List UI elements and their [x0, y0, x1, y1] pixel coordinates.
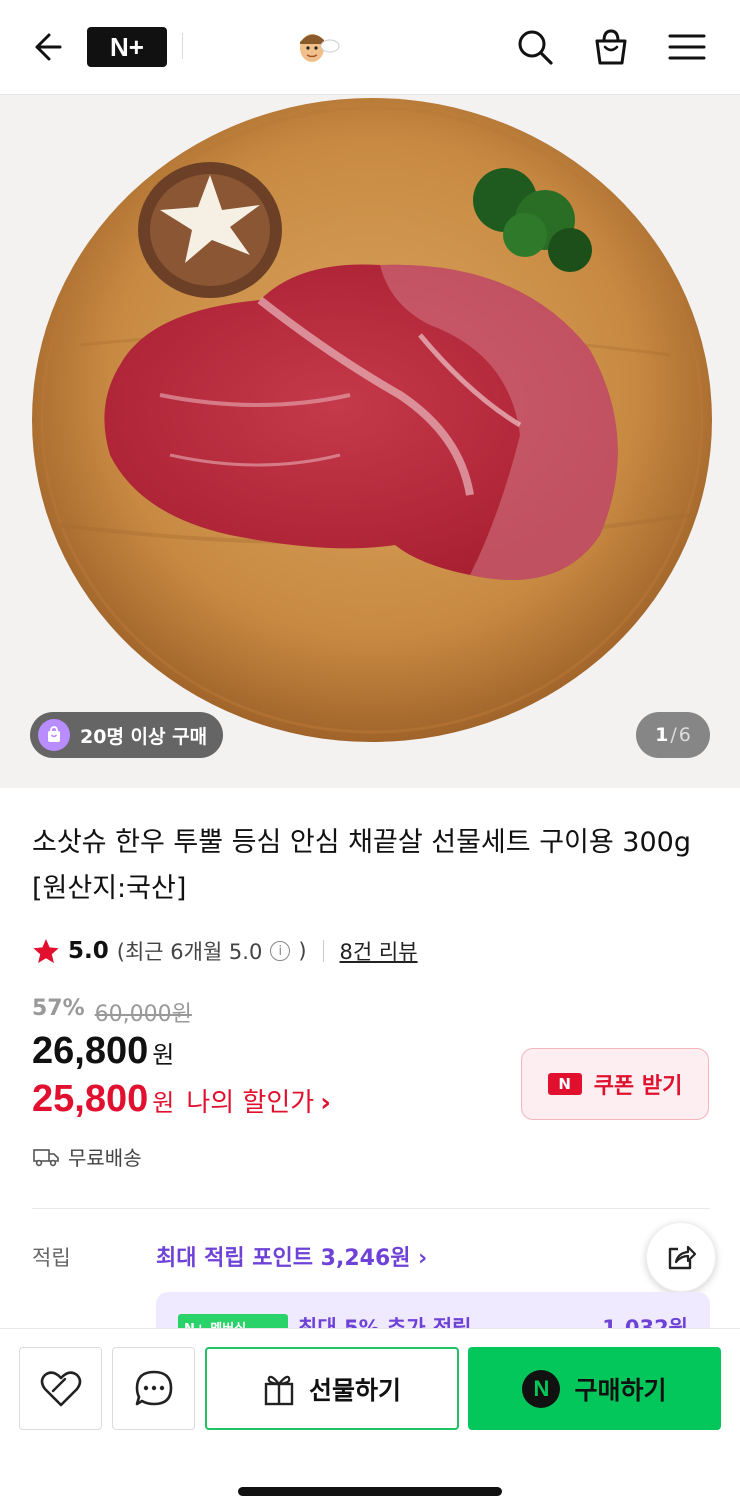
menu-button[interactable]: [662, 22, 712, 72]
search-button[interactable]: [510, 22, 560, 72]
product-title: 소삿슈 한우 투뿔 등심 안심 채끝살 선물세트 구이용 300g [원산지:국…: [32, 827, 691, 904]
shopping-bag-icon: [595, 29, 627, 65]
section-divider: [32, 1208, 710, 1209]
pager-total: 6: [678, 724, 691, 746]
wishlist-button[interactable]: [19, 1347, 102, 1430]
cart-button[interactable]: [586, 22, 636, 72]
buyers-count-badge: 20명 이상 구매: [30, 712, 224, 758]
my-price-label: 나의 할인가: [186, 1088, 315, 1118]
shopping-bag-badge-icon: [38, 719, 70, 751]
max-points-link[interactable]: 최대 적립 포인트 3,246원 ›: [156, 1240, 427, 1272]
my-price-value: 25,800: [32, 1078, 149, 1120]
chevron-right-icon: ›: [320, 1088, 331, 1118]
store-character-icon: [300, 34, 340, 62]
shipping-info: 무료배송: [32, 1142, 142, 1171]
product-photo: [32, 98, 712, 742]
nplus-logo[interactable]: N+: [87, 27, 167, 67]
search-icon: [518, 30, 553, 65]
header-divider: [182, 33, 183, 59]
discount-row: 57% 60,000원: [32, 996, 192, 1028]
my-price-unit: 원: [152, 1089, 175, 1117]
gift-icon: [264, 1375, 294, 1405]
truck-icon: [33, 1148, 59, 1166]
coupon-button-label: 쿠폰 받기: [593, 1074, 683, 1099]
star-icon: [33, 939, 59, 963]
gift-button[interactable]: 선물하기: [205, 1347, 459, 1430]
rating-recent-close: ): [298, 939, 307, 963]
shipping-text: 무료배송: [68, 1146, 142, 1170]
buy-button[interactable]: N 구매하기: [468, 1347, 721, 1430]
points-label: 적립: [32, 1246, 71, 1270]
buyers-count-text: 20명 이상 구매: [80, 725, 208, 748]
rating-row: 5.0 (최근 6개월 5.0 i ) 8건 리뷰: [32, 932, 418, 970]
back-button[interactable]: [20, 22, 70, 72]
top-header: N+: [0, 0, 740, 95]
rating-recent: (최근 6개월 5.0: [116, 940, 263, 964]
chat-button[interactable]: [112, 1347, 195, 1430]
image-pager: 1 / 6: [636, 712, 710, 758]
share-icon: [668, 1245, 697, 1270]
info-icon[interactable]: i: [270, 941, 291, 961]
chat-bubble-icon: [135, 1370, 172, 1405]
share-button[interactable]: [646, 1222, 716, 1292]
pager-current: 1: [655, 724, 669, 746]
sale-price-value: 26,800: [32, 1030, 149, 1072]
gift-button-label: 선물하기: [308, 1375, 401, 1405]
naver-pay-icon: N: [522, 1369, 561, 1408]
sale-price-unit: 원: [152, 1041, 175, 1069]
sale-price: 26,800 원: [32, 1030, 174, 1073]
rating-score: 5.0: [68, 938, 109, 964]
pager-separator: /: [670, 724, 677, 746]
coupon-button[interactable]: N 쿠폰 받기: [521, 1048, 709, 1120]
discount-rate: 57%: [32, 996, 85, 1021]
nplus-logo-text: N+: [110, 31, 144, 62]
my-discount-price[interactable]: 25,800 원 나의 할인가 ›: [32, 1078, 331, 1121]
rating-divider: [322, 940, 324, 962]
arrow-left-icon: [35, 33, 62, 61]
home-indicator[interactable]: [238, 1487, 502, 1496]
review-count-link[interactable]: 8건 리뷰: [340, 936, 418, 966]
product-image-gallery[interactable]: [0, 95, 740, 788]
original-price: 60,000원: [94, 1002, 192, 1027]
heart-icon: [40, 1370, 81, 1406]
hamburger-menu-icon: [668, 34, 706, 60]
store-logo[interactable]: [296, 26, 340, 68]
buy-button-label: 구매하기: [574, 1375, 667, 1405]
bottom-action-bar: 선물하기 N 구매하기: [0, 1328, 740, 1512]
naver-coupon-icon: N: [547, 1073, 582, 1095]
